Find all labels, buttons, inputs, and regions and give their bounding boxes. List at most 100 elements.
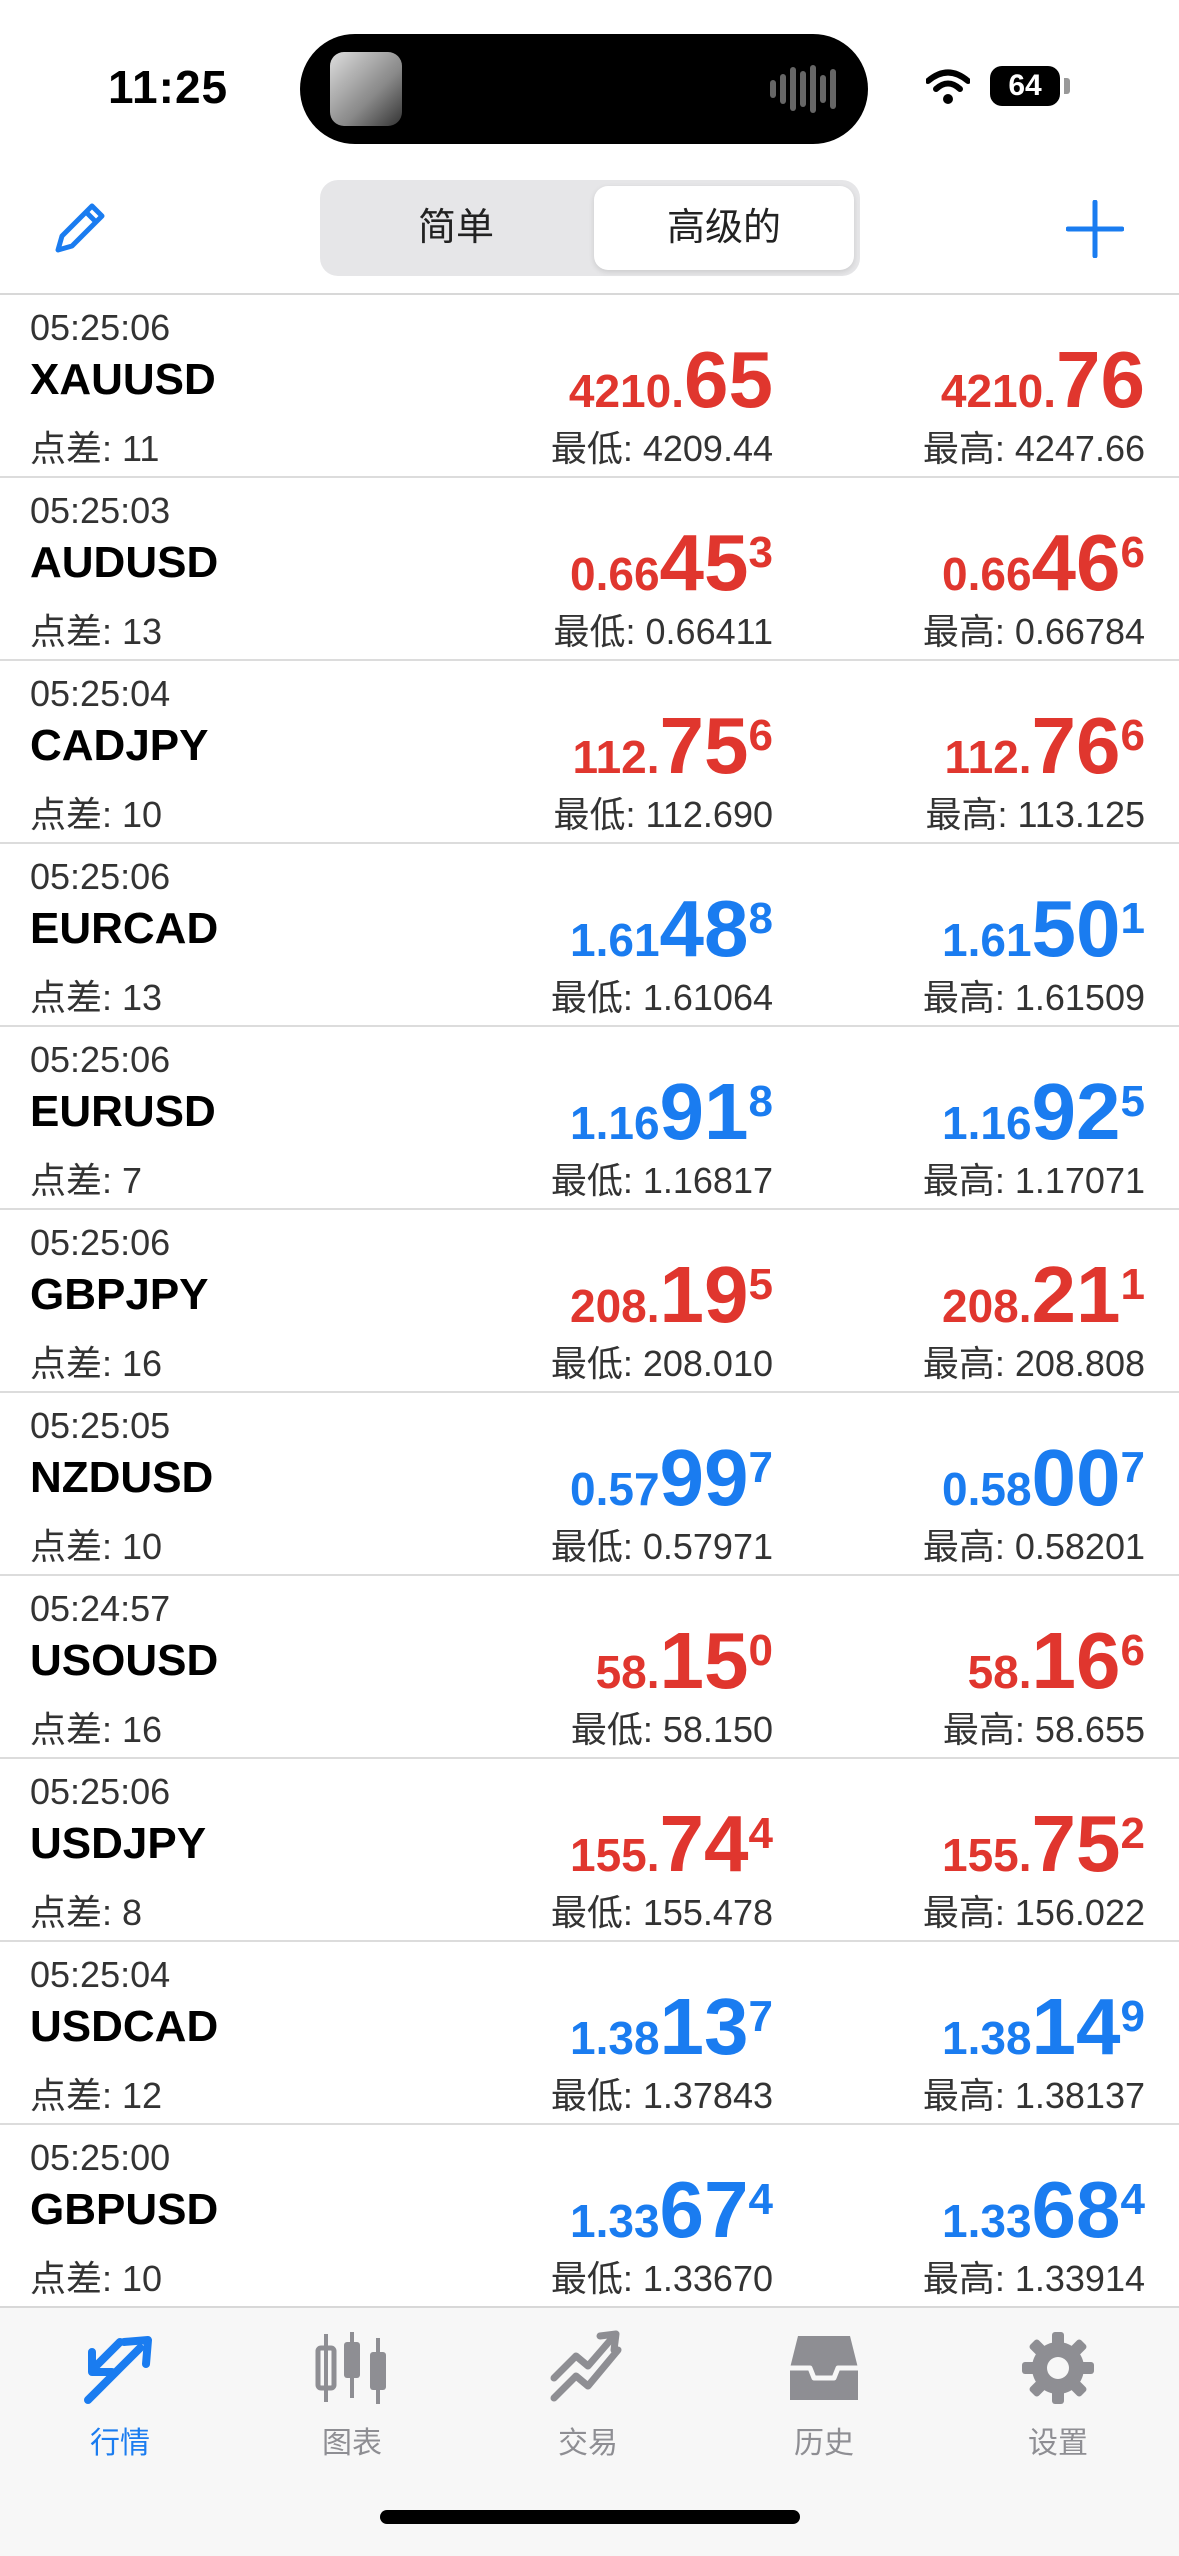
quote-time: 05:25:04 [30,1954,171,1995]
bid-price-prefix: 4210. [568,365,685,417]
bid-price-pips: 67 [659,2165,749,2254]
quote-high: 最高: 113.125 [925,794,1145,835]
quote-low: 最低: 112.690 [553,794,773,835]
quote-symbol: USDCAD [30,2002,219,2051]
quote-spread: 点差: 13 [30,977,163,1018]
ask-price-prefix: 4210. [940,365,1057,417]
quote-low: 最低: 1.16817 [550,1160,773,1201]
ask-price-fraction: 9 [1120,1992,1145,2041]
bid-price-prefix: 1.61 [570,914,660,966]
quote-high: 最高: 58.655 [942,1709,1145,1750]
segment-simple[interactable]: 简单 [326,186,586,270]
quote-row[interactable]: 05:25:06 EURUSD 点差: 7 1.16918 1.16925 最低… [0,1027,1179,1210]
quote-spread: 点差: 10 [30,794,163,835]
tab-settings[interactable]: 设置 [968,2328,1148,2468]
ask-price-fraction: 6 [1120,1626,1145,1675]
bid-price-pips: 15 [659,1616,749,1705]
trade-icon [550,2330,622,2402]
quote-low: 最低: 1.61064 [550,977,773,1018]
ask-price-fraction: 1 [1120,1260,1145,1309]
ask-price-pips: 21 [1031,1250,1121,1339]
chart-icon [315,2332,386,2404]
tab-chart[interactable]: 图表 [262,2328,442,2468]
bid-price-prefix: 58. [595,1646,660,1698]
quote-row[interactable]: 05:25:06 USDJPY 点差: 8 155.744 155.752 最低… [0,1759,1179,1942]
tab-history[interactable]: 历史 [734,2328,914,2468]
quote-high: 最高: 1.38137 [922,2075,1145,2116]
quote-symbol: GBPJPY [30,1270,209,1319]
ask-price-prefix: 1.61 [942,914,1032,966]
ask-price-pips: 76 [1056,335,1145,424]
bid-price-pips: 45 [659,518,749,607]
tab-quotes[interactable]: 行情 [30,2328,210,2468]
ask-price-fraction: 5 [1120,1077,1145,1126]
tab-trade[interactable]: 交易 [498,2328,678,2468]
ask-price-prefix: 112. [944,731,1032,783]
quote-time: 05:24:57 [30,1588,171,1629]
ask-price-pips: 68 [1031,2165,1121,2254]
quote-spread: 点差: 8 [30,1892,143,1933]
bid-price-pips: 13 [659,1982,749,2071]
ask-price-pips: 16 [1031,1616,1121,1705]
quote-row[interactable]: 05:25:06 GBPJPY 点差: 16 208.195 208.211 最… [0,1210,1179,1393]
quote-symbol: GBPUSD [30,2185,219,2234]
quote-symbol: EURUSD [30,1087,216,1136]
add-symbol-plus-icon[interactable] [1066,200,1124,258]
ask-price-prefix: 1.38 [942,2012,1032,2064]
quote-row[interactable]: 05:25:06 XAUUSD 点差: 11 4210.65 4210.76 最… [0,295,1179,478]
ask-price-fraction: 1 [1120,894,1145,943]
quote-low: 最低: 208.010 [550,1343,773,1384]
quote-low: 最低: 155.478 [550,1892,773,1933]
ask-price-pips: 76 [1031,701,1121,790]
quote-spread: 点差: 12 [30,2075,163,2116]
quote-row[interactable]: 05:25:03 AUDUSD 点差: 13 0.66453 0.66466 最… [0,478,1179,661]
bid-price-prefix: 1.16 [570,1097,660,1149]
quote-spread: 点差: 7 [30,1160,143,1201]
ask-price-pips: 46 [1031,518,1121,607]
ask-price-fraction: 6 [1120,528,1145,577]
ask-price-prefix: 208. [942,1280,1032,1332]
ask-price-prefix: 58. [967,1646,1032,1698]
now-playing-thumbnail [330,52,402,126]
tab-label-quotes: 行情 [90,2427,150,2460]
quote-symbol: USOUSD [30,1636,219,1685]
view-mode-segmented-control: 简单 高级的 [320,180,860,276]
quote-row[interactable]: 05:25:06 EURCAD 点差: 13 1.61488 1.61501 最… [0,844,1179,1027]
home-indicator [380,2510,800,2524]
quote-high: 最高: 0.66784 [922,611,1145,652]
edit-pencil-icon[interactable] [50,196,112,258]
bid-price-pips: 75 [659,701,749,790]
ask-price-prefix: 1.16 [942,1097,1032,1149]
segment-advanced[interactable]: 高级的 [594,186,854,270]
quote-high: 最高: 1.61509 [922,977,1145,1018]
status-time: 11:25 [108,61,229,113]
settings-icon [1022,2332,1094,2404]
battery-cap [1064,78,1070,94]
quote-symbol: XAUUSD [30,355,216,404]
quote-list: 05:25:06 XAUUSD 点差: 11 4210.65 4210.76 最… [0,295,1179,2308]
quote-time: 05:25:04 [30,673,171,714]
quote-low: 最低: 58.150 [570,1709,773,1750]
ask-price-prefix: 0.66 [942,548,1032,600]
bid-price-pips: 99 [659,1433,749,1522]
ask-price-prefix: 155. [942,1829,1032,1881]
quote-symbol: CADJPY [30,721,209,770]
quote-high: 最高: 4247.66 [922,428,1145,469]
quote-row[interactable]: 05:25:00 GBPUSD 点差: 10 1.33674 1.33684 最… [0,2125,1179,2308]
quote-time: 05:25:00 [30,2137,171,2178]
quote-row[interactable]: 05:25:04 CADJPY 点差: 10 112.756 112.766 最… [0,661,1179,844]
quote-row[interactable]: 05:25:04 USDCAD 点差: 12 1.38137 1.38149 最… [0,1942,1179,2125]
quote-time: 05:25:06 [30,856,171,897]
dynamic-island [300,34,868,144]
quote-symbol: NZDUSD [30,1453,214,1502]
quote-time: 05:25:05 [30,1405,171,1446]
quote-spread: 点差: 13 [30,611,163,652]
bid-price-pips: 91 [659,1067,749,1156]
quote-spread: 点差: 10 [30,2258,163,2299]
bid-price-prefix: 112. [572,731,660,783]
quote-row[interactable]: 05:24:57 USOUSD 点差: 16 58.150 58.166 最低:… [0,1576,1179,1759]
quote-row[interactable]: 05:25:05 NZDUSD 点差: 10 0.57997 0.58007 最… [0,1393,1179,1576]
quote-symbol: USDJPY [30,1819,207,1868]
ask-price-fraction: 6 [1120,711,1145,760]
quote-spread: 点差: 16 [30,1343,163,1384]
